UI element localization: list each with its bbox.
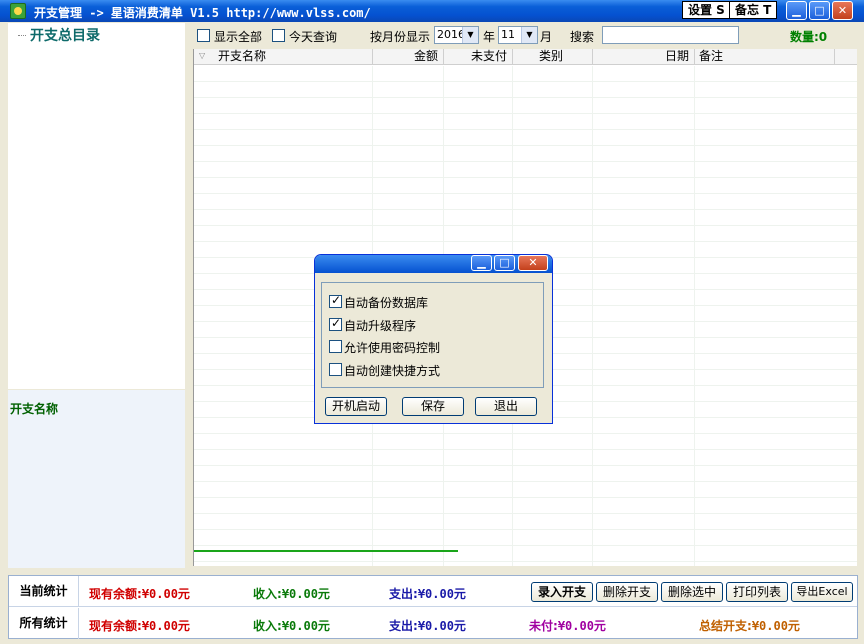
settings-button[interactable]: 设置 S xyxy=(682,1,731,19)
year-select[interactable]: 2016 ▼ xyxy=(434,26,479,44)
statistics-panel: 当前统计 现有余额:¥0.00元 收入:¥0.00元 支出:¥0.00元 录入开… xyxy=(8,575,858,639)
dialog-maximize-icon[interactable]: □ xyxy=(494,255,515,271)
current-stats-label: 当前统计 xyxy=(9,576,79,607)
search-label: 搜索 xyxy=(570,30,595,44)
all-expense-value: ¥0.00元 xyxy=(417,619,466,633)
unpaid-label: 未付: xyxy=(529,619,558,633)
option-checkbox-shortcut[interactable] xyxy=(329,363,342,376)
export-excel-button[interactable]: 导出Excel xyxy=(791,582,853,602)
current-balance-value: ¥0.00元 xyxy=(141,587,190,601)
summary-total-value: ¥0.00元 xyxy=(751,619,800,633)
summary-total: 总结开支:¥0.00元 xyxy=(699,617,800,634)
all-stats-label: 所有统计 xyxy=(9,608,79,639)
table-header: ▽ 开支名称 金额 未支付 类别 日期 备注 xyxy=(194,49,857,65)
option-label-backup[interactable]: 自动备份数据库 xyxy=(344,294,428,311)
all-income: 收入:¥0.00元 xyxy=(253,617,330,634)
column-header-note[interactable]: 备注 xyxy=(695,49,835,65)
delete-selected-button[interactable]: 删除选中 xyxy=(661,582,723,602)
option-checkbox-backup[interactable] xyxy=(329,293,342,308)
current-expense-value: ¥0.00元 xyxy=(417,587,466,601)
app-icon xyxy=(10,3,26,19)
all-expense-label: 支出: xyxy=(389,619,418,633)
current-expense: 支出:¥0.00元 xyxy=(389,585,466,602)
options-group: 自动备份数据库 自动升级程序 允许使用密码控制 自动创建快捷方式 xyxy=(321,282,544,388)
horizontal-scrollbar[interactable] xyxy=(194,550,458,552)
chevron-down-icon[interactable]: ▼ xyxy=(521,27,537,43)
add-expense-button[interactable]: 录入开支 xyxy=(531,582,593,602)
column-header-category[interactable]: 类别 xyxy=(513,49,593,65)
filter-toolbar: 显示全部 今天查询 按月份显示 2016 ▼ 年 11 ▼ 月 搜索 数量:0 xyxy=(193,24,857,48)
year-select-value: 2016 xyxy=(437,28,465,41)
month-unit-label: 月 xyxy=(540,30,553,44)
current-stats-row: 当前统计 现有余额:¥0.00元 收入:¥0.00元 支出:¥0.00元 录入开… xyxy=(9,576,857,607)
detail-panel-title: 开支名称 xyxy=(10,402,59,416)
memo-button[interactable]: 备忘 T xyxy=(729,1,778,19)
current-income: 收入:¥0.00元 xyxy=(253,585,330,602)
unpaid-total: 未付:¥0.00元 xyxy=(529,617,606,634)
dialog-minimize-icon[interactable]: ▁ xyxy=(471,255,492,271)
summary-total-label: 总结开支: xyxy=(699,619,752,633)
column-header-name[interactable]: 开支名称 xyxy=(214,49,373,65)
maximize-icon[interactable]: □ xyxy=(809,1,830,20)
print-list-button[interactable]: 打印列表 xyxy=(726,582,788,602)
option-label-shortcut[interactable]: 自动创建快捷方式 xyxy=(344,362,440,379)
save-button[interactable]: 保存 xyxy=(402,397,464,416)
month-display-label: 按月份显示 xyxy=(370,30,431,44)
exit-button[interactable]: 退出 xyxy=(475,397,537,416)
close-icon[interactable]: ✕ xyxy=(832,1,853,20)
record-count: 数量:0 xyxy=(790,30,828,44)
search-input[interactable] xyxy=(602,26,739,44)
all-balance-label: 现有余额: xyxy=(89,619,142,633)
year-unit-label: 年 xyxy=(483,30,496,44)
all-balance-value: ¥0.00元 xyxy=(141,619,190,633)
column-header-date[interactable]: 日期 xyxy=(593,49,695,65)
chevron-down-icon[interactable]: ▼ xyxy=(462,27,478,43)
current-expense-label: 支出: xyxy=(389,587,418,601)
unpaid-value: ¥0.00元 xyxy=(557,619,606,633)
tree-root-node[interactable]: 开支总目录 xyxy=(30,25,100,45)
delete-expense-button[interactable]: 删除开支 xyxy=(596,582,658,602)
all-balance: 现有余额:¥0.00元 xyxy=(89,617,190,634)
all-expense: 支出:¥0.00元 xyxy=(389,617,466,634)
current-income-label: 收入: xyxy=(253,587,282,601)
current-balance-label: 现有余额: xyxy=(89,587,142,601)
category-tree[interactable]: 开支总目录 xyxy=(8,23,185,389)
column-header-unpaid[interactable]: 未支付 xyxy=(444,49,513,65)
sort-icon: ▽ xyxy=(199,51,206,60)
startup-button[interactable]: 开机启动 xyxy=(325,397,387,416)
all-stats-row: 所有统计 现有余额:¥0.00元 收入:¥0.00元 支出:¥0.00元 未付:… xyxy=(9,608,857,639)
today-query-label[interactable]: 今天查询 xyxy=(289,28,337,45)
minimize-icon[interactable]: ▁ xyxy=(786,1,807,20)
current-balance: 现有余额:¥0.00元 xyxy=(89,585,190,602)
detail-panel: 开支名称 xyxy=(8,390,185,568)
month-select[interactable]: 11 ▼ xyxy=(498,26,538,44)
today-checkbox[interactable] xyxy=(272,29,285,42)
current-income-value: ¥0.00元 xyxy=(281,587,330,601)
option-checkbox-upgrade[interactable] xyxy=(329,316,342,331)
column-header-amount[interactable]: 金额 xyxy=(373,49,444,65)
show-all-label[interactable]: 显示全部 xyxy=(214,28,262,45)
all-income-value: ¥0.00元 xyxy=(281,619,330,633)
dialog-close-icon[interactable]: ✕ xyxy=(518,255,548,271)
dialog-title-bar[interactable]: ▁ □ ✕ xyxy=(315,255,552,273)
month-select-value: 11 xyxy=(501,28,515,41)
option-label-upgrade[interactable]: 自动升级程序 xyxy=(344,317,416,334)
title-bar: 开支管理 -> 星语消费清单 V1.5 http://www.vlss.com/… xyxy=(0,0,864,22)
show-all-checkbox[interactable] xyxy=(197,29,210,42)
option-label-password[interactable]: 允许使用密码控制 xyxy=(344,339,440,356)
option-checkbox-password[interactable] xyxy=(329,340,342,353)
all-income-label: 收入: xyxy=(253,619,282,633)
settings-dialog: ▁ □ ✕ 自动备份数据库 自动升级程序 允许使用密码控制 自动创建快捷方式 开… xyxy=(314,254,553,424)
tree-connector xyxy=(18,35,26,36)
window-title: 开支管理 -> 星语消费清单 V1.5 http://www.vlss.com/ xyxy=(34,6,371,20)
